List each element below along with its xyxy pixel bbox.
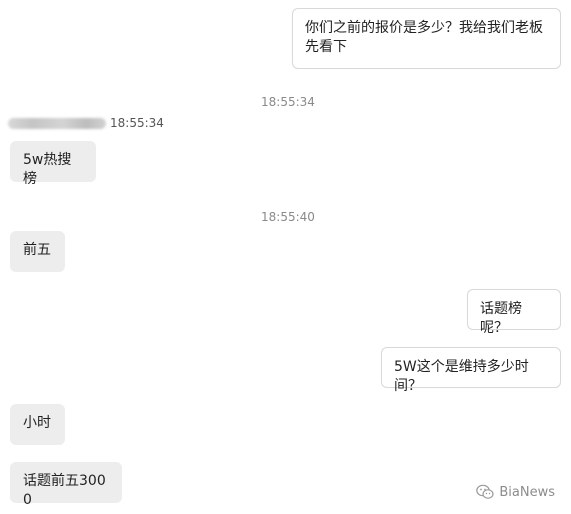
- incoming-message-bubble[interactable]: 前五: [10, 231, 65, 272]
- message-text: 你们之前的报价是多少？我给我们老板先看下: [305, 20, 543, 55]
- outgoing-message-bubble[interactable]: 5W这个是维持多少时间？: [381, 347, 561, 394]
- outgoing-message-bubble[interactable]: 你们之前的报价是多少？我给我们老板先看下: [292, 8, 561, 69]
- watermark-text: BiaNews: [499, 484, 555, 500]
- incoming-message-bubble[interactable]: 5w热搜榜: [10, 141, 96, 187]
- message-text: 5w热搜榜: [23, 152, 72, 187]
- sender-timestamp: 18:55:34: [110, 116, 164, 130]
- sender-name-redacted: [8, 118, 106, 129]
- message-text: 话题前五3000: [23, 473, 106, 508]
- wechat-icon: [476, 484, 494, 500]
- incoming-message-bubble[interactable]: 小时: [10, 404, 65, 445]
- message-text: 5W这个是维持多少时间？: [394, 359, 529, 394]
- message-timestamp: 18:55:34: [261, 95, 315, 109]
- message-text: 前五: [23, 242, 51, 258]
- outgoing-message-bubble[interactable]: 话题榜呢？: [467, 289, 561, 336]
- message-text: 话题榜呢？: [480, 301, 522, 336]
- incoming-message-bubble[interactable]: 话题前五3000: [10, 462, 122, 508]
- message-timestamp: 18:55:40: [261, 210, 315, 224]
- message-text: 小时: [23, 415, 51, 431]
- watermark: BiaNews: [476, 484, 555, 500]
